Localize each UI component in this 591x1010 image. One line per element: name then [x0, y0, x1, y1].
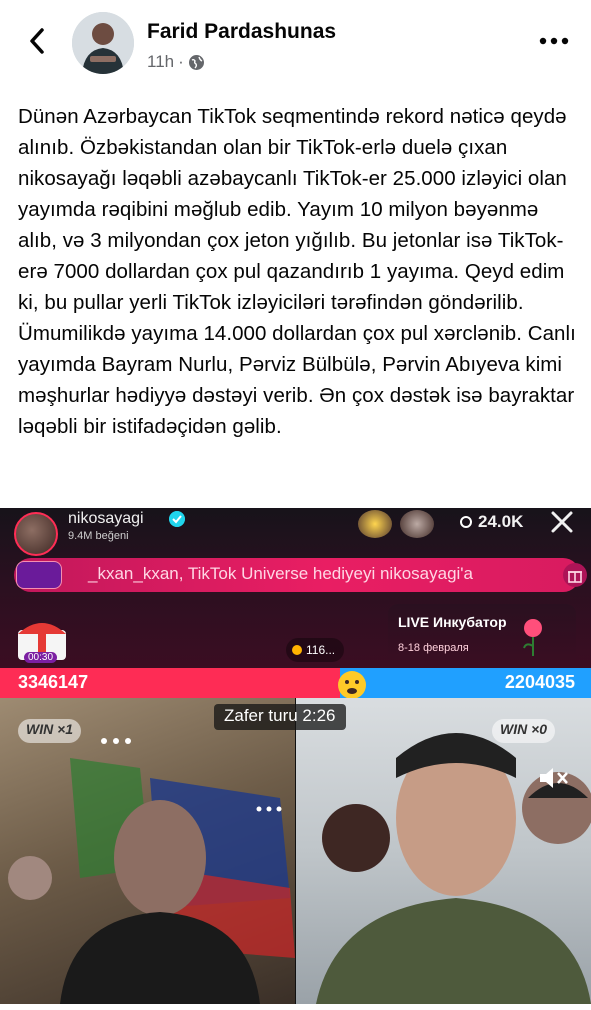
- avatar-image: [72, 12, 134, 74]
- round-timer-label: Zafer turu 2:26: [214, 704, 346, 730]
- more-options-button[interactable]: [537, 28, 571, 54]
- incubator-title: LIVE Инкубатор: [398, 614, 507, 630]
- live-topbar: nikosayagi 9.4M beğeni 24.0K _kxan_kxan,…: [0, 508, 591, 668]
- top-viewers[interactable]: [358, 510, 438, 540]
- tiktok-universe-badge-icon: [16, 561, 62, 589]
- post-timestamp[interactable]: 11h: [147, 52, 174, 72]
- eye-icon: [460, 516, 472, 528]
- host-likes: 9.4M beğeni: [68, 530, 129, 542]
- coin-pill[interactable]: 116...: [286, 638, 344, 662]
- battle-video-right[interactable]: [296, 698, 591, 1004]
- emoji-face-icon: [338, 671, 366, 699]
- post-media-screenshot[interactable]: nikosayagi 9.4M beğeni 24.0K _kxan_kxan,…: [0, 508, 591, 1004]
- meta-separator: ·: [178, 52, 184, 71]
- win-badge-left: WIN ×1: [18, 719, 82, 743]
- viewer-avatar[interactable]: [358, 510, 392, 538]
- avatar[interactable]: [72, 12, 134, 74]
- more-dots-icon[interactable]: [254, 804, 284, 814]
- chest-timer: 00:30: [24, 652, 58, 663]
- close-icon[interactable]: [548, 508, 576, 536]
- chevron-left-icon: [30, 28, 44, 54]
- coin-pill-value: 116...: [306, 643, 336, 657]
- viewer-count[interactable]: 24.0K: [460, 512, 523, 532]
- rose-icon: [523, 619, 542, 656]
- ellipsis-icon: [539, 37, 569, 45]
- mute-icon[interactable]: [536, 764, 570, 792]
- gift-icon[interactable]: [562, 562, 588, 588]
- viewer-avatar[interactable]: [400, 510, 434, 538]
- globe-icon: [188, 54, 204, 70]
- post-meta: 11h ·: [147, 52, 205, 72]
- coin-icon: [292, 645, 302, 655]
- video-frame-right: [316, 733, 591, 1004]
- gift-banner-text: _kxan_kxan, TikTok Universe hediyeyi nik…: [88, 564, 473, 583]
- battle-score-bar: 3346147 2204035: [0, 668, 591, 699]
- post-body-text: Dünən Azərbaycan TikTok seqmentində reko…: [18, 105, 576, 438]
- win-badge-right: WIN ×0: [492, 719, 556, 743]
- viewer-count-value: 24.0K: [478, 512, 524, 531]
- live-incubator-card[interactable]: LIVE Инкубатор 8-18 февраля: [388, 604, 576, 668]
- video-frame-left: [8, 758, 295, 1004]
- score-right: 2204035: [504, 672, 575, 692]
- more-dots-icon[interactable]: [98, 736, 138, 746]
- post-header: Farid Pardashunas 11h ·: [0, 0, 591, 90]
- score-left: 3346147: [18, 672, 89, 692]
- back-button[interactable]: [22, 26, 52, 56]
- verified-badge-icon: [169, 511, 185, 527]
- incubator-dates: 8-18 февраля: [398, 642, 469, 654]
- battle-video-left[interactable]: [0, 698, 295, 1004]
- host-name[interactable]: nikosayagi: [68, 510, 144, 528]
- host-avatar[interactable]: [14, 512, 58, 556]
- author-name[interactable]: Farid Pardashunas: [147, 20, 336, 44]
- bottom-spacer: [0, 1004, 591, 1010]
- gift-banner[interactable]: _kxan_kxan, TikTok Universe hediyeyi nik…: [14, 558, 587, 592]
